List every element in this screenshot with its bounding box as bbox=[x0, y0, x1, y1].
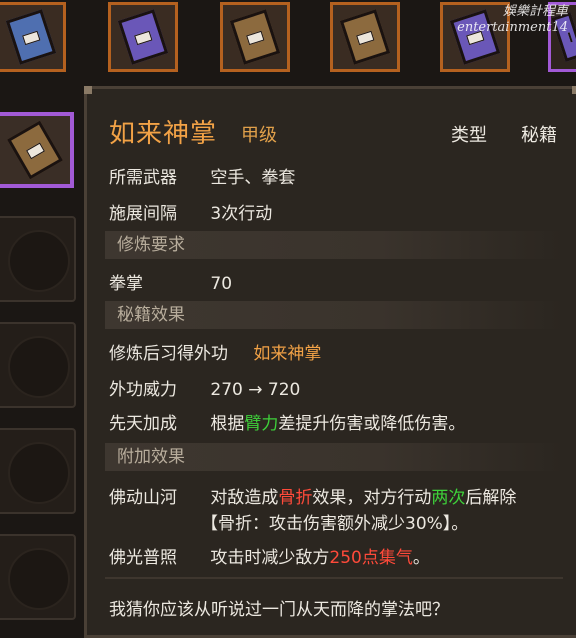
item-title: 如来神掌 bbox=[109, 119, 218, 149]
innate-highlight: 臂力 bbox=[244, 414, 279, 434]
inventory-slot[interactable] bbox=[0, 2, 66, 72]
type-value: 秘籍 bbox=[521, 125, 557, 146]
brown-book-icon bbox=[339, 9, 391, 65]
effect-text: 后解除 bbox=[465, 488, 517, 508]
extra-effect-row: 佛动山河 对敌造成骨折效果，对方行动两次后解除 bbox=[109, 483, 516, 508]
effect-highlight: 骨折 bbox=[278, 488, 313, 508]
learn-value: 如来神掌 bbox=[253, 344, 322, 364]
flavor-text: 我猜你应该从听说过一门从天而降的掌法吧？ bbox=[109, 600, 449, 620]
extra-effect-label: 佛光普照 bbox=[109, 548, 177, 568]
purple-book-icon bbox=[117, 9, 169, 65]
empty-inventory-slot[interactable] bbox=[0, 428, 76, 514]
blue-book-icon bbox=[5, 9, 57, 65]
weapon-row: 所需武器 空手、拳套 bbox=[109, 163, 295, 188]
watermark: 娛樂計程車 entertainment14 bbox=[457, 4, 568, 36]
weapon-value: 空手、拳套 bbox=[210, 168, 296, 188]
effect-text: 效果，对方行动 bbox=[312, 488, 432, 508]
requirement-value: 70 bbox=[210, 274, 233, 294]
inventory-slot[interactable] bbox=[220, 2, 290, 72]
type-label: 类型 bbox=[451, 125, 487, 146]
inventory-slot[interactable] bbox=[108, 2, 178, 72]
divider bbox=[105, 577, 563, 579]
brown-book-icon bbox=[7, 120, 63, 180]
learn-row: 修炼后习得外功 如来神掌 bbox=[109, 339, 321, 364]
effect-text: 对敌造成 bbox=[210, 488, 279, 508]
effect-text: 。 bbox=[412, 548, 430, 568]
item-tooltip: 如来神掌 甲级 类型 秘籍 所需武器 空手、拳套 施展间隔 3次行动 修炼要求 … bbox=[84, 86, 576, 638]
extra-effect-label: 佛动山河 bbox=[109, 488, 177, 508]
requirement-row: 拳掌 70 bbox=[109, 269, 232, 294]
power-value: 270 → 720 bbox=[210, 380, 301, 400]
brown-book-icon bbox=[229, 9, 281, 65]
innate-text: 根据 bbox=[210, 414, 245, 434]
effect-text: 攻击时减少敌方 bbox=[210, 548, 330, 568]
selected-inventory-slot[interactable] bbox=[0, 112, 74, 188]
interval-label: 施展间隔 bbox=[109, 204, 177, 224]
innate-row: 先天加成 根据臂力差提升伤害或降低伤害。 bbox=[109, 409, 465, 434]
innate-label: 先天加成 bbox=[109, 414, 177, 434]
interval-row: 施展间隔 3次行动 bbox=[109, 199, 272, 224]
section-header-extra: 附加效果 bbox=[105, 443, 563, 471]
interval-value: 3次行动 bbox=[210, 204, 273, 224]
section-header-effects: 秘籍效果 bbox=[105, 301, 563, 329]
effect-highlight: 两次 bbox=[431, 488, 466, 508]
item-grade: 甲级 bbox=[241, 125, 277, 146]
innate-text: 差提升伤害或降低伤害。 bbox=[278, 414, 466, 434]
weapon-label: 所需武器 bbox=[109, 168, 177, 188]
inventory-slot[interactable] bbox=[330, 2, 400, 72]
empty-inventory-slot[interactable] bbox=[0, 216, 76, 302]
power-row: 外功威力 270 → 720 bbox=[109, 375, 300, 400]
empty-inventory-slot[interactable] bbox=[0, 534, 76, 620]
power-label: 外功威力 bbox=[109, 380, 177, 400]
effect-highlight: 250点集气 bbox=[329, 548, 413, 568]
learn-label: 修炼后习得外功 bbox=[109, 344, 228, 364]
extra-effect-detail: 【骨折：攻击伤害额外减少30%】。 bbox=[201, 514, 469, 534]
section-header-requirements: 修炼要求 bbox=[105, 231, 563, 259]
extra-effect-row: 佛光普照 攻击时减少敌方250点集气。 bbox=[109, 543, 430, 568]
empty-inventory-slot[interactable] bbox=[0, 322, 76, 408]
requirement-label: 拳掌 bbox=[109, 274, 143, 294]
watermark-line: entertainment14 bbox=[457, 20, 568, 35]
watermark-line: 娛樂計程車 bbox=[502, 4, 568, 19]
